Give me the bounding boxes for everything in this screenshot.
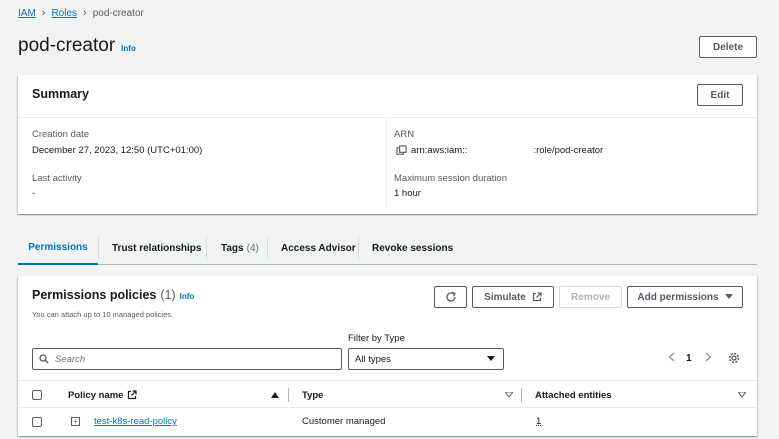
delete-button[interactable]: Delete [699, 36, 757, 58]
table-header: Policy name Type Attached entities [18, 380, 757, 408]
sort-icon[interactable] [738, 392, 746, 398]
chevron-right-icon [705, 352, 712, 362]
info-link[interactable]: Info [121, 44, 136, 53]
policy-name-link[interactable]: test-k8s-read-policy [94, 416, 177, 427]
arn-label: ARN [394, 129, 415, 140]
refresh-button[interactable] [434, 286, 467, 308]
tab-bar: Permissions Trust relationships Tags (4)… [18, 232, 757, 265]
select-all-checkbox[interactable] [32, 390, 42, 400]
tab-trust-relationships[interactable]: Trust relationships [112, 232, 201, 265]
chevron-right-icon: › [41, 7, 46, 19]
edit-button[interactable]: Edit [697, 84, 743, 106]
tags-count: (4) [246, 243, 259, 254]
sort-icon[interactable] [505, 392, 513, 398]
external-link-icon [532, 292, 542, 302]
breadcrumb-roles[interactable]: Roles [51, 8, 77, 19]
role-name: pod-creator [18, 35, 116, 56]
permissions-card: Permissions policies (1) Info You can at… [18, 276, 757, 436]
page-number[interactable]: 1 [686, 353, 692, 364]
filter-type-value: All types [355, 353, 391, 365]
caret-down-icon [487, 356, 495, 361]
max-session-label: Maximum session duration [394, 173, 507, 184]
permissions-count: (1) [160, 288, 176, 302]
sort-ascending-icon[interactable] [271, 392, 279, 399]
permissions-description: You can attach up to 10 managed policies… [32, 310, 174, 319]
policy-type: Customer managed [302, 416, 386, 427]
column-type[interactable]: Type [302, 381, 323, 409]
summary-divider [386, 118, 387, 208]
remove-button[interactable]: Remove [559, 286, 622, 308]
attached-entities-count[interactable]: 1 [536, 416, 541, 427]
chevron-left-icon [668, 352, 675, 362]
breadcrumb: IAM › Roles › pod-creator [18, 7, 144, 19]
copy-icon[interactable] [396, 145, 407, 156]
breadcrumb-current: pod-creator [92, 7, 144, 19]
tab-tags[interactable]: Tags (4) [221, 232, 259, 265]
expand-icon[interactable]: + [71, 417, 80, 426]
summary-card: Summary Edit Creation date December 27, … [18, 75, 757, 214]
permissions-title: Permissions policies (1) Info [32, 288, 195, 302]
max-session-value: 1 hour [394, 188, 421, 199]
arn-value: arn:aws:iam:: :role/pod-creator [396, 145, 603, 156]
column-attached-entities[interactable]: Attached entities [535, 381, 612, 409]
arn-prefix: arn:aws:iam:: [411, 145, 468, 156]
search-input[interactable] [55, 353, 325, 365]
permissions-info-link[interactable]: Info [180, 292, 195, 301]
arn-suffix: :role/pod-creator [533, 145, 604, 156]
column-policy-name[interactable]: Policy name [68, 381, 138, 409]
search-icon [39, 354, 49, 364]
external-link-icon [128, 390, 138, 400]
pagination-prev[interactable] [668, 352, 675, 365]
tab-revoke-sessions[interactable]: Revoke sessions [372, 232, 453, 265]
table-row: + test-k8s-read-policy Customer managed … [18, 408, 757, 434]
tab-permissions[interactable]: Permissions [18, 232, 98, 265]
simulate-button[interactable]: Simulate [472, 286, 554, 308]
search-field[interactable] [32, 348, 342, 370]
row-checkbox[interactable] [32, 417, 42, 427]
filter-type-select[interactable]: All types [348, 348, 504, 370]
preferences-button[interactable] [728, 352, 740, 367]
last-activity-value: - [32, 188, 36, 199]
pagination-next[interactable] [705, 352, 712, 365]
refresh-icon [445, 291, 456, 302]
summary-title: Summary [32, 87, 89, 101]
chevron-right-icon: › [83, 7, 87, 19]
filter-label: Filter by Type [348, 333, 405, 344]
breadcrumb-iam[interactable]: IAM [18, 8, 36, 19]
page-title: pod-creator Info [18, 35, 136, 57]
tab-access-advisor[interactable]: Access Advisor [281, 232, 356, 265]
gear-icon [728, 352, 740, 364]
creation-date-label: Creation date [32, 129, 90, 140]
last-activity-label: Last activity [32, 173, 82, 184]
add-permissions-button[interactable]: Add permissions [627, 286, 743, 308]
summary-header [18, 75, 757, 118]
caret-down-icon [724, 294, 733, 299]
creation-date-value: December 27, 2023, 12:50 (UTC+01:00) [32, 145, 203, 156]
